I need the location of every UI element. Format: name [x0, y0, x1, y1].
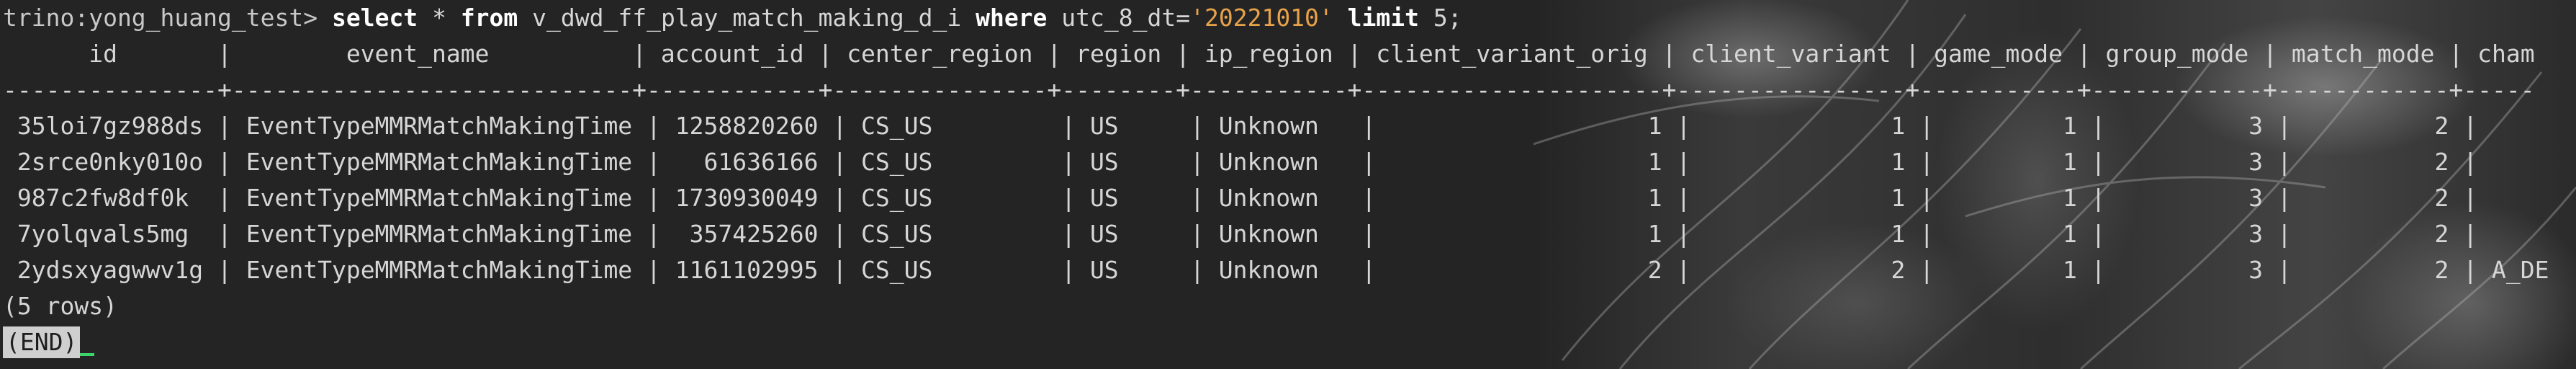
query-star: * [432, 4, 446, 32]
pager-end-indicator: (END) [3, 326, 81, 358]
keyword-limit: limit [1347, 4, 1420, 32]
query-limit-value: 5; [1433, 4, 1462, 32]
table-row: 35loi7gz988ds | EventTypeMMRMatchMakingT… [3, 112, 2478, 140]
keyword-where: where [976, 4, 1048, 32]
keyword-select: select [331, 4, 418, 32]
query-table: v_dwd_ff_play_match_making_d_i [532, 4, 962, 32]
shell-prompt: trino:yong_huang_test> [3, 4, 318, 32]
table-row: 7yolqvals5mg | EventTypeMMRMatchMakingTi… [3, 220, 2478, 248]
query-condition: utc_8_dt= [1061, 4, 1191, 32]
keyword-from: from [460, 4, 518, 32]
text-cursor [80, 353, 95, 356]
query-string-value: '20221010' [1190, 4, 1333, 32]
terminal-output: trino:yong_huang_test> select * from v_d… [0, 0, 2576, 369]
terminal-window[interactable]: trino:yong_huang_test> select * from v_d… [0, 0, 2576, 369]
table-row: 2srce0nky010o | EventTypeMMRMatchMakingT… [3, 148, 2478, 176]
pager-line[interactable]: (END) [3, 324, 2573, 360]
row-count: (5 rows) [3, 292, 117, 320]
table-row: 987c2fw8df0k | EventTypeMMRMatchMakingTi… [3, 184, 2478, 212]
command-line: trino:yong_huang_test> select * from v_d… [3, 0, 2573, 36]
table-row: 2ydsxyagwwv1g | EventTypeMMRMatchMakingT… [3, 256, 2549, 284]
result-header: id | event_name | account_id | center_re… [3, 40, 2535, 68]
result-separator: ---------------+------------------------… [3, 76, 2535, 104]
